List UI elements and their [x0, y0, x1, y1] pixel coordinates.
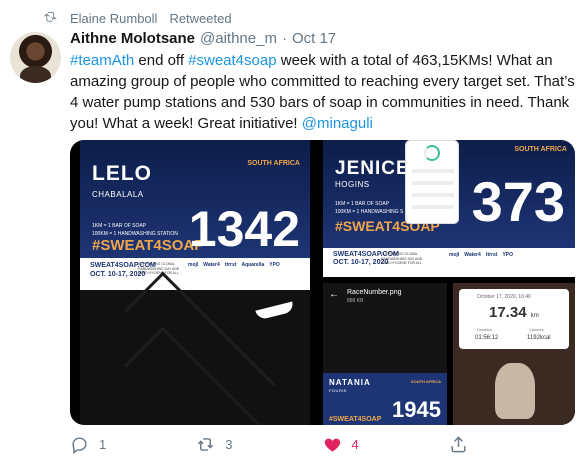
- race-card-blue: JENICE HOGINS SOUTH AFRICA 1KM = 1 BAR O…: [323, 140, 575, 248]
- sponsor-logo: ttrrst: [224, 262, 237, 268]
- heart-icon: [324, 438, 340, 452]
- avatar[interactable]: [10, 32, 61, 83]
- runner-surname: CHABALALA: [92, 190, 144, 199]
- activity-date: October 17, 2020, 16:46: [477, 294, 531, 300]
- card-rule-2: 100KM = 1 HANDWASHING S: [335, 209, 404, 215]
- card-rule-1: 1KM = 1 BAR OF SOAP: [92, 223, 147, 229]
- media-image-3[interactable]: ← RaceNumber.png 888 KB NATANIA FOURIE S…: [323, 283, 447, 425]
- tweet-actions: 1 3 4: [70, 432, 575, 456]
- author-handle[interactable]: @aithne_m: [200, 30, 277, 47]
- activity-summary: October 17, 2020, 16:46 17.34 km Duratio…: [459, 289, 569, 349]
- retweet-button[interactable]: 3: [196, 435, 322, 454]
- race-card-mini: NATANIA FOURIE SOUTH AFRICA #SWEAT4SOAP …: [323, 373, 447, 425]
- sponsor-logo: mojl: [188, 262, 199, 268]
- reply-count: 1: [99, 436, 107, 452]
- media-image-4[interactable]: October 17, 2020, 16:46 17.34 km Duratio…: [453, 283, 575, 425]
- runner-photo: [495, 363, 535, 419]
- distance-value: 17.34: [489, 304, 527, 321]
- card-hashtag: #SWEAT4SOAP: [92, 237, 205, 254]
- race-card-blue: LELO CHABALALA SOUTH AFRICA 1KM = 1 BAR …: [80, 140, 310, 258]
- back-arrow-icon: ←: [329, 289, 339, 300]
- card-hashtag: #SWEAT4SOAP: [329, 416, 382, 423]
- hashtag-sweat4soap[interactable]: #sweat4soap: [188, 52, 276, 69]
- swoosh-logo-icon: [255, 301, 295, 321]
- tweet-text: #teamAth end off #sweat4soap week with a…: [70, 50, 575, 134]
- sponsor-logo: mojl: [449, 252, 460, 258]
- mention-minaguli[interactable]: @minaguli: [302, 115, 373, 132]
- sponsor-logos: mojl Water4 ttrrst YPO: [449, 252, 567, 258]
- card-dates: OCT. 10-17, 2020: [90, 271, 146, 278]
- distance-unit: km: [530, 313, 539, 319]
- phone-row: [412, 205, 454, 209]
- reply-icon: [72, 436, 87, 454]
- like-button[interactable]: 4: [323, 435, 449, 454]
- sponsor-logo: ttrrst: [485, 252, 498, 258]
- calories-label: Calories: [529, 327, 544, 332]
- retweet-verb: Retweeted: [169, 10, 232, 26]
- separator-dot: ·: [281, 30, 287, 47]
- retweet-count: 3: [225, 436, 233, 452]
- race-number: 1342: [188, 201, 300, 257]
- share-button[interactable]: [449, 435, 575, 454]
- sponsor-logo: Aquarella: [241, 262, 265, 268]
- runner-country: SOUTH AFRICA: [247, 160, 300, 167]
- card-rules: 1KM = 1 BAR OF SOAP 100KM = 1 HANDWASHIN…: [335, 200, 403, 216]
- sponsor-logo: YPO: [269, 262, 280, 268]
- activity-distance: 17.34 km: [489, 304, 539, 321]
- runner-first-name: LELO: [92, 162, 152, 185]
- card-footer: SWEAT4SOAP.COM OCT. 10-17, 2020 SUPPORTI…: [323, 248, 575, 277]
- retweet-context: Elaine Rumboll Retweeted: [18, 6, 232, 30]
- retweet-icon: [198, 437, 214, 451]
- tweet-text-part1: end off: [134, 52, 189, 69]
- progress-ring-icon: [424, 145, 440, 161]
- card-footer: SWEAT4SOAP.COM OCT. 10-17, 2020 SUPPORTI…: [80, 258, 310, 290]
- share-icon: [451, 435, 466, 452]
- race-number: 1945: [392, 397, 441, 422]
- runner-country: SOUTH AFRICA: [410, 379, 441, 384]
- phone-screenshot: [405, 140, 459, 224]
- calories-value: 1192kcal: [527, 335, 551, 341]
- hashtag-teamath[interactable]: #teamAth: [70, 52, 134, 69]
- card-dates: OCT. 10-17, 2020: [333, 259, 389, 266]
- media-image-2[interactable]: JENICE HOGINS SOUTH AFRICA 1KM = 1 BAR O…: [323, 140, 575, 277]
- runner-surname: HOGINS: [335, 180, 370, 189]
- phone-row: [412, 181, 454, 185]
- retweeter-name[interactable]: Elaine Rumboll: [70, 11, 157, 26]
- like-count: 4: [351, 436, 359, 452]
- card-blurb: SUPPORTING GLOBAL HANDWASHING DAY AND HA…: [381, 252, 423, 266]
- duration-value: 01:56:12: [475, 335, 499, 341]
- file-name: RaceNumber.png: [347, 289, 402, 296]
- runner-surname: FOURIE: [329, 388, 348, 393]
- sponsor-logo: YPO: [502, 252, 514, 258]
- card-rules: 1KM = 1 BAR OF SOAP 100KM = 1 HANDWASHIN…: [92, 222, 178, 238]
- phone-row: [412, 169, 454, 173]
- phone-row: [412, 193, 454, 197]
- duration-label: Duration: [477, 327, 493, 332]
- card-rule-1: 1KM = 1 BAR OF SOAP: [335, 201, 390, 207]
- sponsor-logo: Water4: [203, 262, 220, 268]
- sponsor-logos: mojl Water4 ttrrst Aquarella YPO: [188, 262, 306, 268]
- tweet-header: Aithne Molotsane @aithne_m · Oct 17: [70, 30, 575, 47]
- tweet-body: Aithne Molotsane @aithne_m · Oct 17 #tea…: [70, 30, 575, 134]
- author-name[interactable]: Aithne Molotsane: [70, 30, 195, 47]
- runner-first-name: NATANIA: [329, 378, 371, 387]
- media-grid: LELO CHABALALA SOUTH AFRICA 1KM = 1 BAR …: [70, 140, 575, 425]
- race-number: 373: [471, 170, 565, 233]
- runner-country: SOUTH AFRICA: [514, 146, 567, 153]
- dark-background: [80, 271, 310, 425]
- reply-button[interactable]: 1: [70, 435, 196, 454]
- retweet-icon: [18, 10, 58, 27]
- runner-first-name: JENICE: [335, 158, 410, 179]
- media-image-1[interactable]: LELO CHABALALA SOUTH AFRICA 1KM = 1 BAR …: [80, 140, 310, 425]
- sponsor-logo: Water4: [464, 252, 481, 258]
- file-size: 888 KB: [347, 298, 364, 304]
- tweet-date[interactable]: Oct 17: [292, 30, 336, 47]
